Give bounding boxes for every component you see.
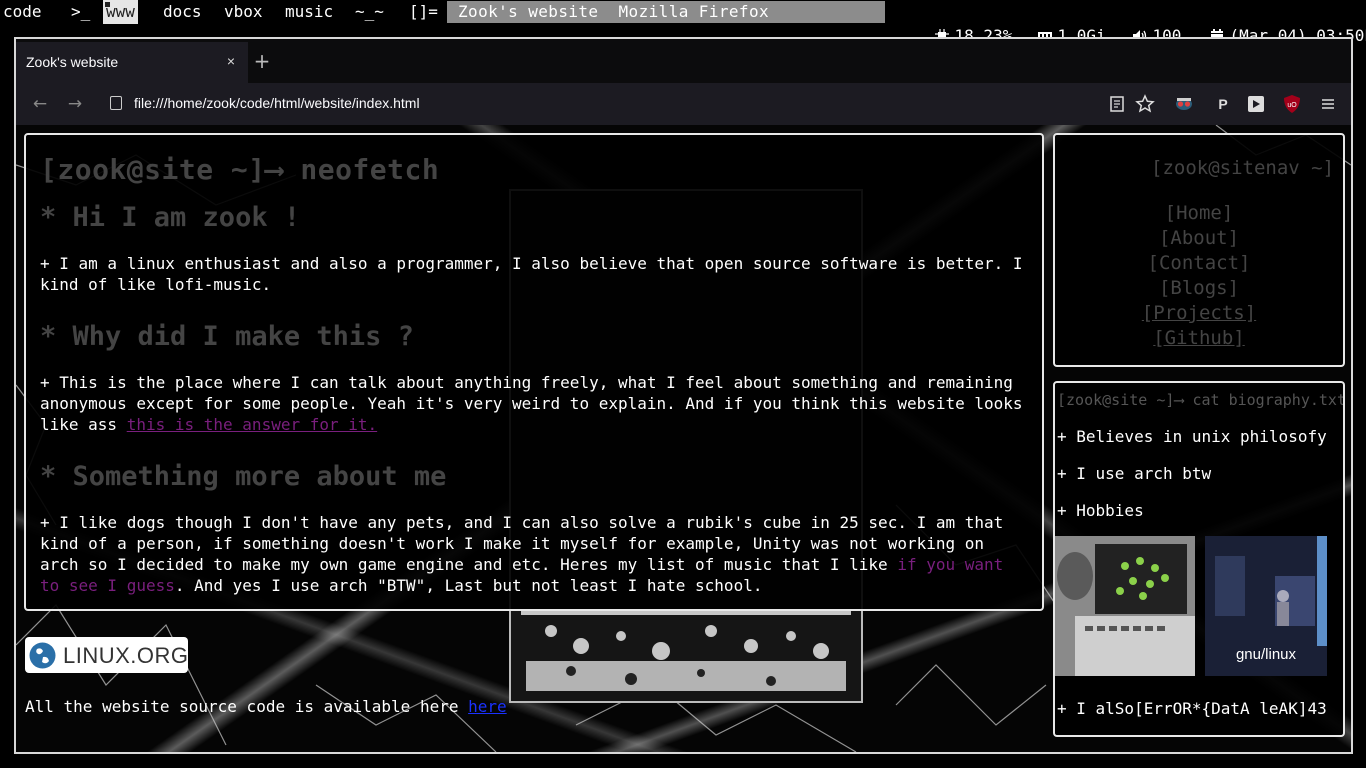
nav-link-about[interactable]: [About] <box>1055 226 1343 251</box>
nav-toolbar: ← → file:///home/zook/code/html/website/… <box>16 83 1351 125</box>
workspace-www[interactable]: www <box>103 0 138 24</box>
extension-play-icon[interactable] <box>1246 94 1266 114</box>
bio-item-arch: + I use arch btw <box>1057 464 1212 483</box>
more-paragraph: + I like dogs though I don't have any pe… <box>40 512 1028 596</box>
ublock-icon[interactable]: uO <box>1282 94 1302 114</box>
more-paragraph-text: + I like dogs though I don't have any pe… <box>40 513 1004 574</box>
workspace-code[interactable]: code <box>0 0 45 24</box>
layout-indicator[interactable]: []= <box>409 0 438 24</box>
bio-item-unix: + Believes in unix philosofy <box>1057 427 1327 446</box>
globe-icon <box>29 642 56 669</box>
tab-strip: Zook's website × + <box>16 39 1351 83</box>
nav-link-blogs[interactable]: [Blogs] <box>1055 276 1343 301</box>
reader-view-icon[interactable] <box>1107 94 1127 114</box>
workspace-music[interactable]: music <box>282 0 336 24</box>
tab-title: Zook's website <box>26 54 119 70</box>
nav-link-home[interactable]: [Home] <box>1055 201 1343 226</box>
page-icon <box>110 96 122 110</box>
footer-text: All the website source code is available… <box>25 697 469 716</box>
more-paragraph-tail: . And yes I use arch "BTW", Last but not… <box>174 576 763 595</box>
extension-p-icon[interactable]: P <box>1213 94 1233 114</box>
workspace-terminal[interactable]: >_ <box>68 0 93 24</box>
retro-computer-image <box>1055 536 1195 676</box>
page-viewport[interactable]: [zook@site ~]⟶ neofetch * Hi I am zook !… <box>16 125 1351 752</box>
bookmark-star-icon[interactable] <box>1135 94 1155 114</box>
back-arrow-icon[interactable]: ← <box>30 94 50 114</box>
main-prompt: [zook@site ~]⟶ neofetch <box>40 153 440 186</box>
source-code-footer: All the website source code is available… <box>25 697 507 716</box>
ublock-label: uO <box>1287 102 1297 109</box>
workspace-misc[interactable]: ~_~ <box>352 0 387 24</box>
nav-link-projects[interactable]: [Projects] <box>1055 301 1343 326</box>
linux-org-badge[interactable]: LINUX.ORG <box>25 637 188 673</box>
biography-panel: [zook@site ~]⟶ cat biography.txt + Belie… <box>1053 381 1345 737</box>
gnu-linux-image: gnu/linux <box>1205 536 1327 676</box>
nav-link-github[interactable]: [Github] <box>1055 326 1343 351</box>
gnu-linux-caption: gnu/linux <box>1235 646 1297 663</box>
nav-link-contact[interactable]: [Contact] <box>1055 251 1343 276</box>
workspace-docs[interactable]: docs <box>160 0 205 24</box>
forward-arrow-icon[interactable]: → <box>65 94 85 114</box>
new-tab-icon[interactable]: + <box>252 51 272 71</box>
linux-org-label: LINUX.ORG <box>63 643 189 668</box>
site-nav-panel: [zook@sitenav ~] [Home] [About] [Contact… <box>1053 133 1345 367</box>
workspace-vbox[interactable]: vbox <box>221 0 266 24</box>
nav-prompt: [zook@sitenav ~] <box>1151 157 1335 179</box>
bio-item-hobbies: + Hobbies <box>1057 501 1144 520</box>
tab-zooks-website[interactable]: Zook's website × <box>16 42 248 83</box>
window-title: Zook's website Mozilla Firefox <box>447 1 885 23</box>
firefox-window: Zook's website × + ← → file:///home/zook… <box>14 37 1353 754</box>
intro-paragraph: + I am a linux enthusiast and also a pro… <box>40 254 1023 294</box>
status-bar: code >_ www docs vbox music ~_~ []= Zook… <box>0 0 1366 45</box>
source-code-link[interactable]: here <box>468 697 507 716</box>
heading-why: * Why did I make this ? <box>40 321 414 352</box>
bio-item-glitch: + I alSo[ErrOR*{DatA leAK]43 <box>1057 699 1327 718</box>
menu-icon[interactable] <box>1318 94 1338 114</box>
close-tab-icon[interactable]: × <box>220 50 242 72</box>
heading-intro: * Hi I am zook ! <box>40 202 301 233</box>
url-bar[interactable]: file:///home/zook/code/html/website/inde… <box>110 95 420 111</box>
nav-links: [Home] [About] [Contact] [Blogs] [Projec… <box>1055 201 1343 351</box>
why-paragraph: + This is the place where I can talk abo… <box>40 372 1028 435</box>
extension-mask-icon[interactable] <box>1174 94 1194 114</box>
heading-more: * Something more about me <box>40 461 447 492</box>
main-content-panel: [zook@site ~]⟶ neofetch * Hi I am zook !… <box>24 133 1044 611</box>
bio-prompt: [zook@site ~]⟶ cat biography.txt <box>1057 391 1345 409</box>
answer-link[interactable]: this is the answer for it. <box>127 415 377 434</box>
url-text: file:///home/zook/code/html/website/inde… <box>134 95 420 111</box>
